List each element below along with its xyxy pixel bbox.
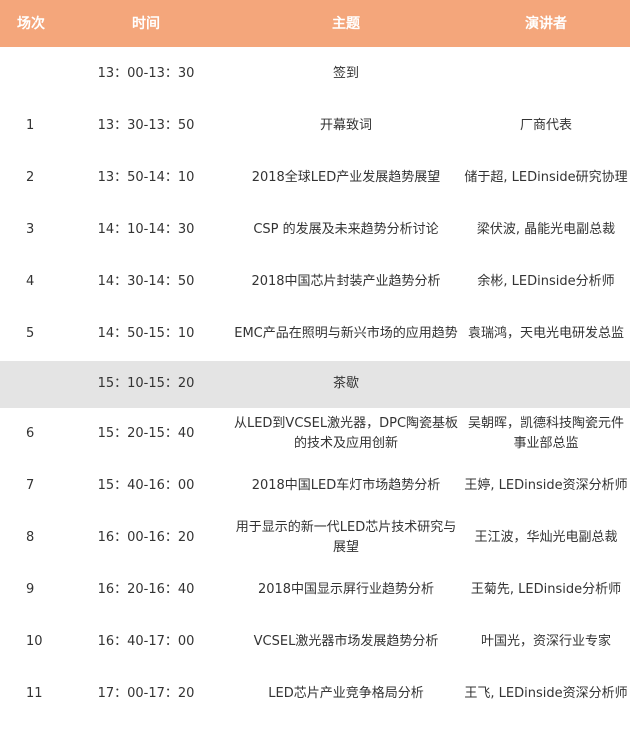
- table-row: 5 14：50-15：10 EMC产品在照明与新兴市场的应用趋势 袁瑞鸿，天电光…: [0, 307, 630, 360]
- time-cell: 16：00-16：20: [62, 511, 230, 564]
- speaker-cell: 梁伏波, 晶能光电副总裁: [462, 203, 630, 256]
- session-cell: 1: [0, 99, 62, 152]
- session-cell: 5: [0, 307, 62, 360]
- topic-cell: 2018中国芯片封装产业趋势分析: [230, 255, 462, 308]
- speaker-cell: 袁瑞鸿，天电光电研发总监: [462, 307, 630, 360]
- table-row: 6 15：20-15：40 从LED到VCSEL激光器，DPC陶瓷基板的技术及应…: [0, 407, 630, 460]
- topic-cell: 开幕致词: [230, 99, 462, 152]
- session-cell: 11: [0, 667, 62, 720]
- time-cell: 14：30-14：50: [62, 255, 230, 308]
- table-row: 3 14：10-14：30 CSP 的发展及未来趋势分析讨论 梁伏波, 晶能光电…: [0, 203, 630, 256]
- table-row: 9 16：20-16：40 2018中国显示屏行业趋势分析 王菊先, LEDin…: [0, 563, 630, 616]
- speaker-cell: 王江波，华灿光电副总裁: [462, 511, 630, 564]
- table-row: 1 13：30-13：50 开幕致词 厂商代表: [0, 99, 630, 152]
- speaker-cell: 王婷, LEDinside资深分析师: [462, 459, 630, 512]
- session-cell: 9: [0, 563, 62, 616]
- header-speaker: 演讲者: [462, 0, 630, 48]
- table-row: 11 17：00-17：20 LED芯片产业竞争格局分析 王飞, LEDinsi…: [0, 667, 630, 720]
- topic-cell: VCSEL激光器市场发展趋势分析: [230, 615, 462, 668]
- session-cell: 10: [0, 615, 62, 668]
- topic-cell: EMC产品在照明与新兴市场的应用趋势: [230, 307, 462, 360]
- time-cell: 13：50-14：10: [62, 151, 230, 204]
- table-row: 8 16：00-16：20 用于显示的新一代LED芯片技术研究与展望 王江波，华…: [0, 511, 630, 564]
- agenda-header: 场次 时间 主题 演讲者: [0, 0, 630, 48]
- time-cell: 17：00-17：20: [62, 667, 230, 720]
- table-row: 7 15：40-16：00 2018中国LED车灯市场趋势分析 王婷, LEDi…: [0, 459, 630, 512]
- session-cell: 6: [0, 407, 62, 460]
- topic-cell: 用于显示的新一代LED芯片技术研究与展望: [230, 511, 462, 564]
- speaker-cell: 余彬, LEDinside分析师: [462, 255, 630, 308]
- header-topic: 主题: [230, 0, 462, 48]
- session-cell: 4: [0, 255, 62, 308]
- session-cell: [0, 46, 62, 100]
- topic-cell: 签到: [230, 46, 462, 100]
- speaker-cell: 叶国光，资深行业专家: [462, 615, 630, 668]
- time-cell: 15：20-15：40: [62, 407, 230, 460]
- table-row: 13：00-13：30 签到: [0, 46, 630, 100]
- time-cell: 15：10-15：20: [62, 359, 230, 408]
- topic-cell: 2018中国显示屏行业趋势分析: [230, 563, 462, 616]
- time-cell: 14：50-15：10: [62, 307, 230, 360]
- speaker-cell: 王菊先, LEDinside分析师: [462, 563, 630, 616]
- session-cell: 2: [0, 151, 62, 204]
- speaker-cell: [462, 46, 630, 100]
- speaker-cell: 吴朝晖，凯德科技陶瓷元件事业部总监: [462, 407, 630, 460]
- time-cell: 15：40-16：00: [62, 459, 230, 512]
- topic-cell: 茶歇: [230, 359, 462, 408]
- speaker-cell: 储于超, LEDinside研究协理: [462, 151, 630, 204]
- session-cell: 3: [0, 203, 62, 256]
- header-session: 场次: [0, 0, 62, 48]
- session-cell: 7: [0, 459, 62, 512]
- break-row: 15：10-15：20 茶歇: [0, 359, 630, 408]
- header-row: 场次 时间 主题 演讲者: [0, 0, 630, 48]
- session-cell: 8: [0, 511, 62, 564]
- topic-cell: 从LED到VCSEL激光器，DPC陶瓷基板的技术及应用创新: [230, 407, 462, 460]
- topic-cell: 2018全球LED产业发展趋势展望: [230, 151, 462, 204]
- speaker-cell: 王飞, LEDinside资深分析师: [462, 667, 630, 720]
- topic-cell: LED芯片产业竞争格局分析: [230, 667, 462, 720]
- speaker-cell: [462, 359, 630, 408]
- time-cell: 16：20-16：40: [62, 563, 230, 616]
- table-row: 2 13：50-14：10 2018全球LED产业发展趋势展望 储于超, LED…: [0, 151, 630, 204]
- topic-cell: CSP 的发展及未来趋势分析讨论: [230, 203, 462, 256]
- header-time: 时间: [62, 0, 230, 48]
- time-cell: 14：10-14：30: [62, 203, 230, 256]
- time-cell: 16：40-17：00: [62, 615, 230, 668]
- session-cell: [0, 359, 62, 408]
- table-row: 4 14：30-14：50 2018中国芯片封装产业趋势分析 余彬, LEDin…: [0, 255, 630, 308]
- time-cell: 13：00-13：30: [62, 46, 230, 100]
- agenda-body: 13：00-13：30 签到 1 13：30-13：50 开幕致词 厂商代表 2…: [0, 46, 630, 720]
- topic-cell: 2018中国LED车灯市场趋势分析: [230, 459, 462, 512]
- speaker-cell: 厂商代表: [462, 99, 630, 152]
- agenda-table: 场次 时间 主题 演讲者 13：00-13：30 签到 1 13：30-13：5…: [0, 0, 630, 720]
- table-row: 10 16：40-17：00 VCSEL激光器市场发展趋势分析 叶国光，资深行业…: [0, 615, 630, 668]
- time-cell: 13：30-13：50: [62, 99, 230, 152]
